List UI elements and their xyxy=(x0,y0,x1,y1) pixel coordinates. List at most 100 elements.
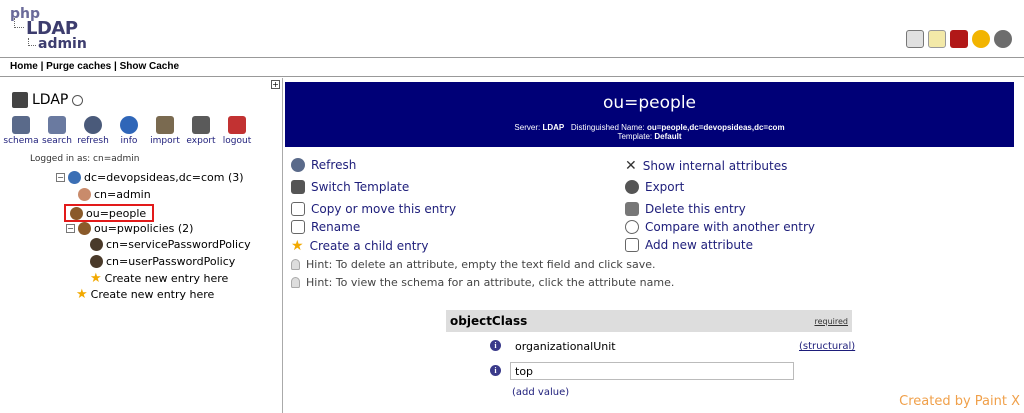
trash-icon xyxy=(625,202,639,216)
collapse-toggle[interactable]: − xyxy=(56,173,65,182)
show-cache-link[interactable]: Show Cache xyxy=(120,61,179,72)
hint-delete: Hint: To delete an attribute, empty the … xyxy=(291,258,656,271)
tree-node-label: cn=servicePasswordPolicy xyxy=(106,238,251,251)
objectclass-value-2[interactable]: top xyxy=(510,362,794,380)
tool-label: export xyxy=(186,136,216,146)
logo-text-admin: admin xyxy=(38,36,87,52)
template-value: Default xyxy=(654,132,682,141)
user-icon xyxy=(78,188,91,201)
refresh-action[interactable]: Refresh xyxy=(291,158,356,172)
dn-label: Distinguished Name: xyxy=(570,123,645,132)
tree-node-people[interactable]: ou=people xyxy=(64,204,155,222)
help-icon[interactable] xyxy=(906,30,924,48)
info-tool[interactable]: info xyxy=(114,116,144,146)
action-label: Delete this entry xyxy=(645,202,746,216)
ou-icon xyxy=(70,206,83,220)
tools-icon: ✕ xyxy=(625,158,637,174)
action-label: Switch Template xyxy=(311,180,410,194)
export-action[interactable]: Export xyxy=(625,180,684,194)
attribute-objectclass: objectClass required i organizationalUni… xyxy=(446,310,855,413)
required-label: required xyxy=(814,316,848,326)
action-label: Create a child entry xyxy=(309,239,429,253)
add-attribute-icon xyxy=(625,238,639,252)
add-value-link[interactable]: (add value) xyxy=(512,387,569,398)
dn-value: ou=people,dc=devopsideas,dc=com xyxy=(646,123,785,132)
switch-template-action[interactable]: Switch Template xyxy=(291,180,409,194)
phpldapadmin-logo[interactable]: php LDAP admin xyxy=(10,6,100,52)
collapse-toggle[interactable]: − xyxy=(66,224,75,233)
export-icon xyxy=(192,116,210,134)
menu-separator: | xyxy=(37,61,47,72)
entry-subtitle: Server: LDAP Distinguished Name: ou=peop… xyxy=(285,123,1014,132)
export-icon xyxy=(625,180,639,194)
template-label: Template: xyxy=(617,132,653,141)
bulb-icon[interactable] xyxy=(928,30,946,48)
tree-node-service-policy[interactable]: cn=servicePasswordPolicy xyxy=(90,238,251,251)
top-icon-bar xyxy=(906,30,1012,48)
search-tool[interactable]: search xyxy=(42,116,72,146)
copy-icon xyxy=(291,202,305,216)
tree-node-pwpolicies[interactable]: − ou=pwpolicies (2) xyxy=(66,222,193,235)
create-entry-pwpolicies[interactable]: ★ Create new entry here xyxy=(90,271,228,286)
rename-action[interactable]: Rename xyxy=(291,220,360,234)
tree-node-label: Create new entry here xyxy=(90,288,215,301)
create-entry-root[interactable]: ★ Create new entry here xyxy=(76,287,214,302)
purge-caches-link[interactable]: Purge caches xyxy=(46,61,111,72)
structural-link[interactable]: (structural) xyxy=(799,341,855,352)
refresh-icon xyxy=(84,116,102,134)
logo-tree-line xyxy=(28,38,36,46)
question-icon[interactable] xyxy=(994,30,1012,48)
server-icon xyxy=(12,92,28,108)
attribute-name[interactable]: objectClass xyxy=(450,314,527,328)
globe-icon xyxy=(68,171,81,184)
action-label: Refresh xyxy=(311,158,357,172)
info-icon[interactable]: i xyxy=(490,365,501,376)
attribute-header: objectClass required xyxy=(446,310,852,332)
tree-node-admin[interactable]: cn=admin xyxy=(78,188,151,201)
tree-node-root[interactable]: − dc=devopsideas,dc=com (3) xyxy=(56,171,244,184)
objectclass-value-1[interactable]: organizationalUnit xyxy=(510,337,794,355)
refresh-icon xyxy=(291,158,305,172)
refresh-tool[interactable]: refresh xyxy=(77,116,109,146)
import-tool[interactable]: import xyxy=(150,116,180,146)
server-name[interactable]: LDAP xyxy=(32,92,68,108)
hint-text: Hint: To delete an attribute, empty the … xyxy=(306,258,656,271)
expand-panel-button[interactable]: + xyxy=(271,80,280,89)
create-child-action[interactable]: ★ Create a child entry xyxy=(291,238,428,254)
action-label: Show internal attributes xyxy=(642,159,788,173)
tree-node-user-policy[interactable]: cn=userPasswordPolicy xyxy=(90,255,235,268)
show-internal-action[interactable]: ✕ Show internal attributes xyxy=(625,158,787,174)
star-icon: ★ xyxy=(291,238,304,254)
logout-tool[interactable]: logout xyxy=(222,116,252,146)
info-icon[interactable]: i xyxy=(490,340,501,351)
policy-icon xyxy=(90,255,103,268)
tree-panel: + LDAP schema search refresh info import… xyxy=(0,78,283,413)
compare-action[interactable]: Compare with another entry xyxy=(625,220,815,234)
schema-tool[interactable]: schema xyxy=(3,116,39,146)
smiley-icon[interactable] xyxy=(972,30,990,48)
watermark: Created by Paint X xyxy=(899,394,1020,409)
server-value: LDAP xyxy=(542,123,565,132)
server-toolbar: schema search refresh info import export… xyxy=(3,116,252,146)
entry-title: ou=people xyxy=(602,93,697,113)
tree-node-label: ou=pwpolicies (2) xyxy=(94,222,194,235)
home-link[interactable]: Home xyxy=(10,61,38,72)
rename-icon xyxy=(291,220,305,234)
export-tool[interactable]: export xyxy=(186,116,216,146)
server-heading: LDAP xyxy=(12,92,84,108)
import-icon xyxy=(156,116,174,134)
compare-icon xyxy=(625,220,639,234)
search-icon xyxy=(48,116,66,134)
action-label: Rename xyxy=(311,220,361,234)
tool-label: search xyxy=(42,136,72,146)
tool-label: logout xyxy=(222,136,252,146)
clock-icon[interactable] xyxy=(72,94,84,106)
tool-label: schema xyxy=(3,136,39,146)
action-label: Copy or move this entry xyxy=(311,202,457,216)
tree-node-label: cn=userPasswordPolicy xyxy=(106,255,236,268)
star-icon: ★ xyxy=(90,271,102,286)
bug-icon[interactable] xyxy=(950,30,968,48)
delete-action[interactable]: Delete this entry xyxy=(625,202,746,216)
add-attribute-action[interactable]: Add new attribute xyxy=(625,238,753,252)
copy-move-action[interactable]: Copy or move this entry xyxy=(291,202,456,216)
